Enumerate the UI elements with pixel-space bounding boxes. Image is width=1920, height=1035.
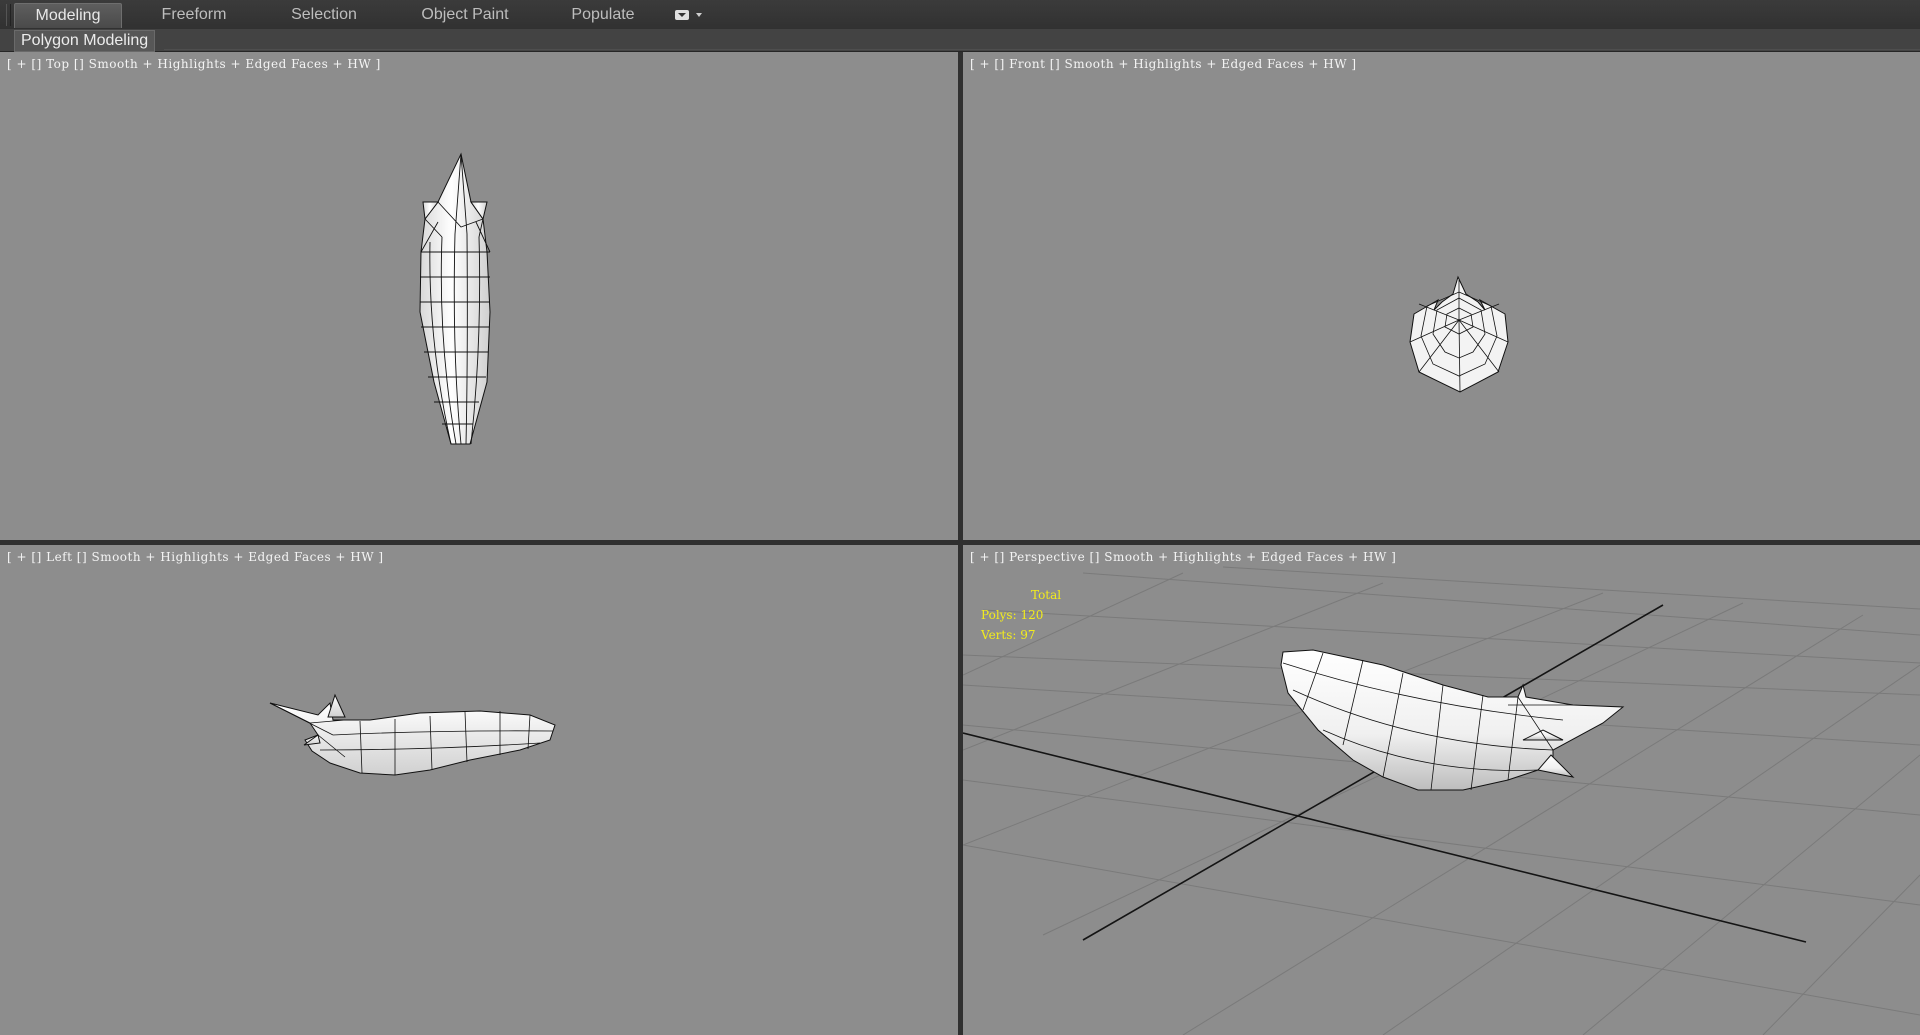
stats-total-header: Total [1031,588,1062,602]
stats-verts-label: Verts: [981,628,1017,642]
ribbon-toggle-icon [675,10,689,20]
label-bracket-close: ] [1391,550,1397,564]
mesh-front-view [1409,275,1509,393]
tab-freeform[interactable]: Freeform [146,3,242,27]
viewport-front[interactable]: [ + [] Front [] Smooth + Highlights + Ed… [963,52,1920,540]
label-bracket-open: [ [970,550,976,564]
stats-verts-value: 97 [1020,628,1036,642]
viewport-label: [ + [] Perspective [] Smooth + Highlight… [970,550,1396,564]
viewport-shading-menu[interactable]: Smooth + Highlights + Edged Faces + HW [1104,550,1387,564]
persp-body [1280,649,1625,791]
ribbon-options-button[interactable] [672,8,704,22]
ribbon-tab-bar: Modeling Freeform Selection Object Paint… [0,0,1920,30]
viewport-general-menu[interactable]: + [980,550,991,564]
label-separator: [] [1089,550,1100,564]
tab-selection[interactable]: Selection [276,3,372,27]
tab-populate[interactable]: Populate [556,3,650,27]
ribbon-grip[interactable] [6,4,11,26]
tab-object-paint[interactable]: Object Paint [410,3,520,27]
viewport-layout: [ + [] Top [] Smooth + Highlights + Edge… [0,52,1920,1035]
mesh-left-view [269,693,556,776]
mesh-perspective-view [1280,649,1625,791]
panel-divider [164,31,1920,50]
viewport-point-of-view-menu[interactable]: Perspective [1009,550,1085,564]
left-body [269,693,556,776]
stats-polys-row: Polys: 120 [981,605,1061,625]
mesh-top-view [419,152,491,445]
label-separator: [] [994,550,1005,564]
statistics-overlay: Total Polys: 120 Verts: 97 [981,585,1061,645]
tab-modeling[interactable]: Modeling [14,3,122,28]
ribbon-panel-bar: Polygon Modeling [0,29,1920,52]
stats-polys-label: Polys: [981,608,1017,622]
max-window: Modeling Freeform Selection Object Paint… [0,0,1920,1035]
stats-verts-row: Verts: 97 [981,625,1061,645]
viewport-top[interactable]: [ + [] Top [] Smooth + Highlights + Edge… [0,52,958,540]
viewport-perspective[interactable]: [ + [] Perspective [] Smooth + Highlight… [963,545,1920,1035]
viewport-left[interactable]: [ + [] Left [] Smooth + Highlights + Edg… [0,545,958,1035]
stats-polys-value: 120 [1020,608,1044,622]
chevron-down-icon [696,13,702,17]
polygon-modeling-panel[interactable]: Polygon Modeling [14,30,156,52]
